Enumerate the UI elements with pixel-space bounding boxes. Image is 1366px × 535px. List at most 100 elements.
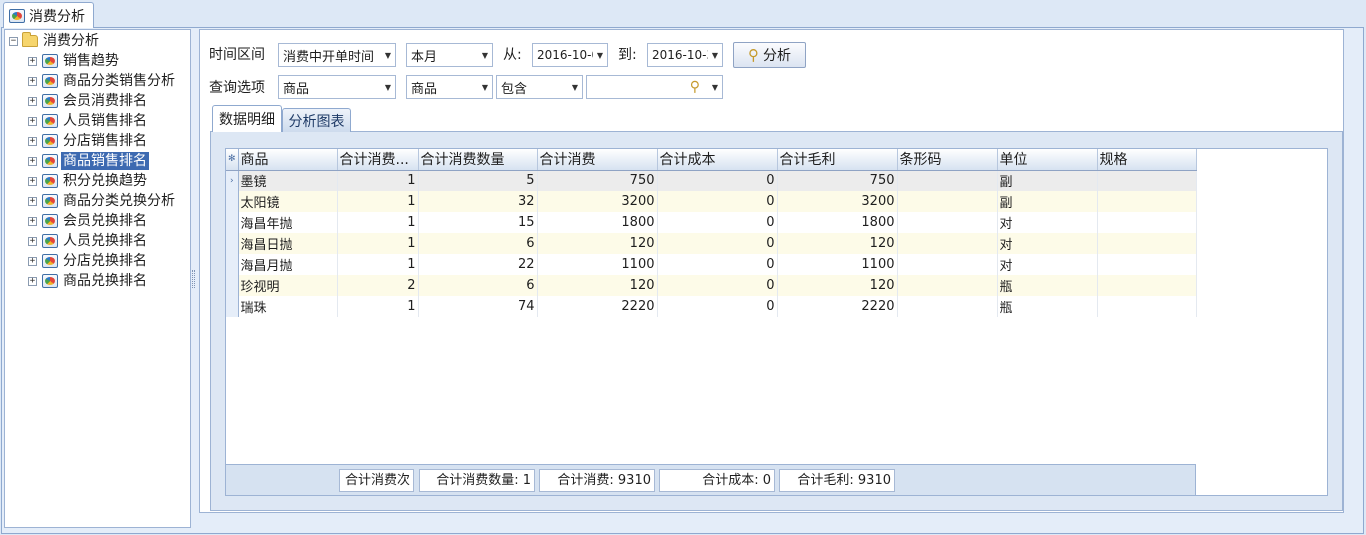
expand-icon[interactable]: + (28, 216, 37, 226)
query-operator-dropdown[interactable]: 包含 ▼ (496, 75, 583, 99)
table-cell[interactable]: 2220 (537, 296, 658, 317)
table-cell[interactable]: 对 (997, 254, 1098, 275)
table-row[interactable]: 珍视明 2 6 120 0 120 瓶 (226, 275, 1197, 296)
table-cell[interactable]: 1 (337, 296, 419, 317)
column-header[interactable]: 条形码 (897, 149, 998, 171)
search-icon[interactable]: ⚲ (690, 79, 700, 95)
table-row[interactable]: 海昌日抛 1 6 120 0 120 对 (226, 233, 1197, 254)
column-header[interactable]: 合计消费 (537, 149, 658, 171)
column-header[interactable]: 规格 (1097, 149, 1197, 171)
table-cell[interactable] (897, 191, 998, 212)
table-cell[interactable] (897, 212, 998, 233)
table-cell[interactable]: 1 (337, 233, 419, 254)
time-basis-dropdown[interactable]: 消费中开单时间 ▼ (278, 43, 396, 67)
expand-icon[interactable]: + (28, 236, 37, 246)
tree-item[interactable]: + 商品分类销售分析 (28, 71, 177, 91)
expand-icon[interactable]: + (28, 76, 37, 86)
table-cell[interactable]: 1 (337, 191, 419, 212)
tree-item[interactable]: + 会员兑换排名 (28, 211, 149, 231)
table-cell[interactable]: 珍视明 (238, 275, 338, 296)
tree-item[interactable]: + 商品分类兑换分析 (28, 191, 177, 211)
doc-tab-consumption-analysis[interactable]: 消费分析 (3, 2, 94, 28)
table-cell[interactable] (1097, 275, 1197, 296)
column-header[interactable]: 合计成本 (657, 149, 778, 171)
tree-item[interactable]: + 积分兑换趋势 (28, 171, 149, 191)
tree-item[interactable]: + 人员兑换排名 (28, 231, 149, 251)
row-indicator[interactable] (226, 296, 239, 317)
table-cell[interactable] (897, 275, 998, 296)
table-cell[interactable]: 1100 (537, 254, 658, 275)
table-cell[interactable] (897, 254, 998, 275)
table-cell[interactable]: 0 (657, 170, 778, 191)
table-cell[interactable]: 1 (337, 170, 419, 191)
row-indicator[interactable] (226, 254, 239, 275)
tree-item[interactable]: + 分店兑换排名 (28, 251, 149, 271)
tab-data-detail[interactable]: 数据明细 (212, 105, 282, 132)
table-cell[interactable]: 750 (777, 170, 898, 191)
table-cell[interactable]: 2 (337, 275, 419, 296)
row-indicator-header[interactable]: ✻ (226, 149, 239, 171)
column-header[interactable]: 合计毛利 (777, 149, 898, 171)
tree-item[interactable]: + 商品兑换排名 (28, 271, 149, 291)
splitter-handle[interactable] (192, 270, 195, 288)
table-cell[interactable]: 对 (997, 212, 1098, 233)
table-cell[interactable]: 1 (337, 254, 419, 275)
tree-item[interactable]: + 会员消费排名 (28, 91, 149, 111)
table-cell[interactable]: 1100 (777, 254, 898, 275)
table-cell[interactable]: 太阳镜 (238, 191, 338, 212)
table-cell[interactable]: 120 (777, 275, 898, 296)
column-header[interactable]: 合计消费数量 (418, 149, 538, 171)
table-cell[interactable]: 0 (657, 254, 778, 275)
column-header[interactable]: 合计消费... (337, 149, 419, 171)
table-cell[interactable]: 32 (418, 191, 538, 212)
expand-icon[interactable]: + (28, 136, 37, 146)
expand-icon[interactable]: + (28, 276, 37, 286)
table-cell[interactable]: 6 (418, 275, 538, 296)
table-cell[interactable]: 22 (418, 254, 538, 275)
period-dropdown[interactable]: 本月 ▼ (406, 43, 493, 67)
expand-icon[interactable]: + (28, 116, 37, 126)
row-indicator[interactable] (226, 212, 239, 233)
expand-icon[interactable]: + (28, 96, 37, 106)
table-cell[interactable]: 15 (418, 212, 538, 233)
row-indicator[interactable] (226, 233, 239, 254)
table-cell[interactable] (897, 170, 998, 191)
table-cell[interactable]: 3200 (537, 191, 658, 212)
table-cell[interactable]: 海昌年抛 (238, 212, 338, 233)
table-row[interactable]: 太阳镜 1 32 3200 0 3200 副 (226, 191, 1197, 212)
table-cell[interactable]: 0 (657, 296, 778, 317)
table-cell[interactable] (1097, 254, 1197, 275)
table-cell[interactable]: 120 (777, 233, 898, 254)
table-cell[interactable]: 750 (537, 170, 658, 191)
table-cell[interactable]: 3200 (777, 191, 898, 212)
table-cell[interactable] (1097, 296, 1197, 317)
expand-icon[interactable]: + (28, 56, 37, 66)
table-cell[interactable]: 瓶 (997, 296, 1098, 317)
table-cell[interactable]: 墨镜 (238, 170, 338, 191)
expand-icon[interactable]: + (28, 196, 37, 206)
table-cell[interactable]: 1800 (537, 212, 658, 233)
query-value-input[interactable]: ⚲ ▼ (586, 75, 723, 99)
table-cell[interactable] (1097, 233, 1197, 254)
to-date-picker[interactable]: 2016-10-31 ▼ (647, 43, 723, 67)
table-cell[interactable] (897, 233, 998, 254)
table-cell[interactable] (1097, 170, 1197, 191)
table-row[interactable]: 海昌年抛 1 15 1800 0 1800 对 (226, 212, 1197, 233)
row-indicator[interactable] (226, 191, 239, 212)
collapse-icon[interactable]: − (9, 36, 18, 46)
table-cell[interactable]: 2220 (777, 296, 898, 317)
table-cell[interactable]: 0 (657, 275, 778, 296)
tree-root[interactable]: − 消费分析 (9, 31, 101, 51)
column-header[interactable]: 单位 (997, 149, 1098, 171)
table-cell[interactable]: 对 (997, 233, 1098, 254)
table-cell[interactable]: 0 (657, 212, 778, 233)
table-cell[interactable]: 瑞珠 (238, 296, 338, 317)
expand-icon[interactable]: + (28, 156, 37, 166)
from-date-picker[interactable]: 2016-10-01 ▼ (532, 43, 608, 67)
table-cell[interactable]: 副 (997, 170, 1098, 191)
tree-item[interactable]: + 商品销售排名 (28, 151, 149, 171)
table-row[interactable]: 瑞珠 1 74 2220 0 2220 瓶 (226, 296, 1197, 317)
table-cell[interactable]: 120 (537, 275, 658, 296)
expand-icon[interactable]: + (28, 176, 37, 186)
table-cell[interactable]: 海昌月抛 (238, 254, 338, 275)
